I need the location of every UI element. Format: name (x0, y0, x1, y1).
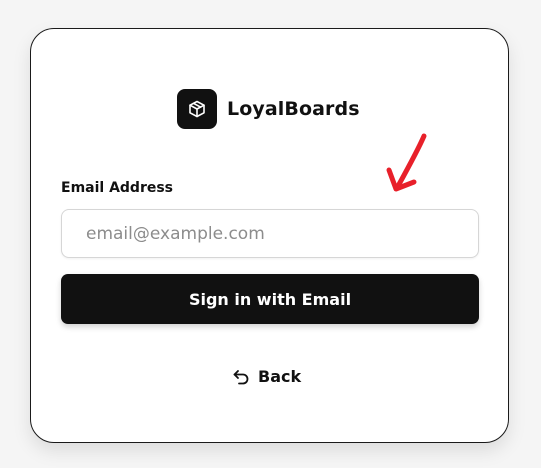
sign-in-with-email-button[interactable]: Sign in with Email (61, 274, 479, 324)
undo-arrow-icon (233, 369, 249, 384)
login-card: LoyalBoards Email Address Sign in with E… (30, 28, 509, 443)
email-label: Email Address (61, 180, 174, 196)
email-input[interactable] (61, 209, 479, 258)
brand-logo (177, 88, 217, 129)
back-link[interactable]: Back (232, 367, 301, 386)
back-label: Back (258, 367, 302, 386)
red-arrow-annotation (386, 133, 427, 192)
brand-name: LoyalBoards (227, 97, 360, 120)
brand-header: LoyalBoards (177, 88, 360, 129)
box-icon (189, 100, 205, 117)
page: LoyalBoards Email Address Sign in with E… (0, 0, 541, 468)
